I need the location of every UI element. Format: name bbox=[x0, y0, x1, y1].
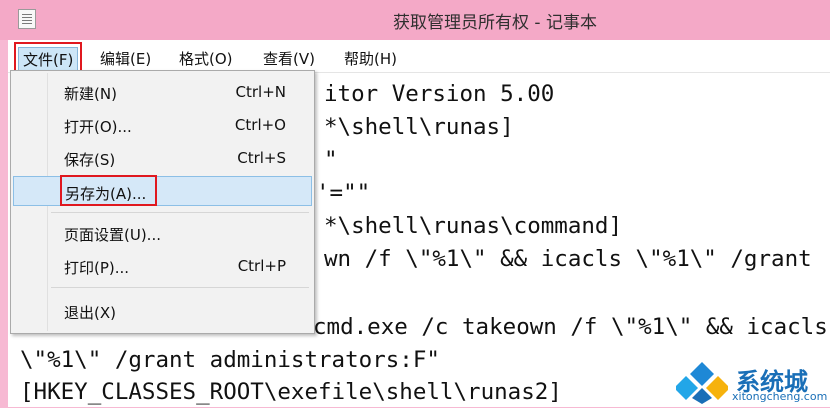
editor-line: '="" bbox=[316, 180, 371, 206]
menu-item-exit[interactable]: 退出(X) bbox=[13, 296, 312, 326]
menu-item-shortcut: Ctrl+O bbox=[234, 116, 286, 134]
menu-item-label: 新建(N) bbox=[64, 85, 117, 103]
file-menu-dropdown: 新建(N) Ctrl+N 打开(O)... Ctrl+O 保存(S) Ctrl+… bbox=[10, 70, 315, 334]
save-as-highlight-box bbox=[60, 175, 157, 206]
title-bar: 获取管理员所有权 - 记事本 bbox=[0, 0, 830, 40]
editor-line: cmd.exe /c takeown /f \"%1\" && icacls bbox=[313, 314, 828, 340]
menu-item-label: 页面设置(U)... bbox=[64, 226, 161, 244]
menu-separator bbox=[51, 287, 309, 288]
menu-item-shortcut: Ctrl+S bbox=[237, 149, 286, 167]
xitongcheng-logo-icon bbox=[674, 362, 730, 404]
editor-line: wn /f \"%1\" && icacls \"%1\" /grant bbox=[324, 246, 812, 272]
menu-item-label: 退出(X) bbox=[64, 304, 116, 322]
file-menu-highlight-box bbox=[14, 42, 82, 73]
menu-item-open[interactable]: 打开(O)... Ctrl+O bbox=[13, 110, 312, 140]
menu-view[interactable]: 查看(V) bbox=[259, 47, 319, 70]
menu-bar: 文件(F) 编辑(E) 格式(O) 查看(V) 帮助(H) bbox=[8, 40, 830, 73]
menu-help[interactable]: 帮助(H) bbox=[340, 47, 401, 70]
editor-line: *\shell\runas\command] bbox=[324, 213, 623, 239]
watermark-url: xitongcheng.com bbox=[732, 390, 828, 403]
menu-item-page-setup[interactable]: 页面设置(U)... bbox=[13, 218, 312, 248]
editor-line: " bbox=[324, 147, 338, 173]
menu-item-label: 保存(S) bbox=[64, 151, 116, 169]
menu-item-shortcut: Ctrl+N bbox=[235, 83, 286, 101]
editor-line: *\shell\runas] bbox=[324, 114, 514, 140]
editor-line: itor Version 5.00 bbox=[324, 81, 555, 107]
menu-format[interactable]: 格式(O) bbox=[175, 47, 237, 70]
menu-item-label: 打开(O)... bbox=[64, 118, 132, 136]
menu-item-shortcut: Ctrl+P bbox=[237, 257, 286, 275]
menu-item-label: 打印(P)... bbox=[64, 259, 130, 277]
menu-separator bbox=[51, 212, 309, 213]
menu-item-save-as[interactable]: 另存为(A)... bbox=[13, 176, 312, 206]
editor-line: [HKEY_CLASSES_ROOT\exefile\shell\runas2] bbox=[20, 379, 562, 405]
editor-line: \"%1\" /grant administrators:F" bbox=[20, 347, 440, 373]
site-watermark: 系统城 xitongcheng.com bbox=[674, 360, 830, 407]
menu-item-print[interactable]: 打印(P)... Ctrl+P bbox=[13, 251, 312, 281]
menu-edit[interactable]: 编辑(E) bbox=[96, 47, 155, 70]
window-title: 获取管理员所有权 - 记事本 bbox=[393, 13, 597, 33]
menu-item-new[interactable]: 新建(N) Ctrl+N bbox=[13, 77, 312, 107]
menu-item-save[interactable]: 保存(S) Ctrl+S bbox=[13, 143, 312, 173]
